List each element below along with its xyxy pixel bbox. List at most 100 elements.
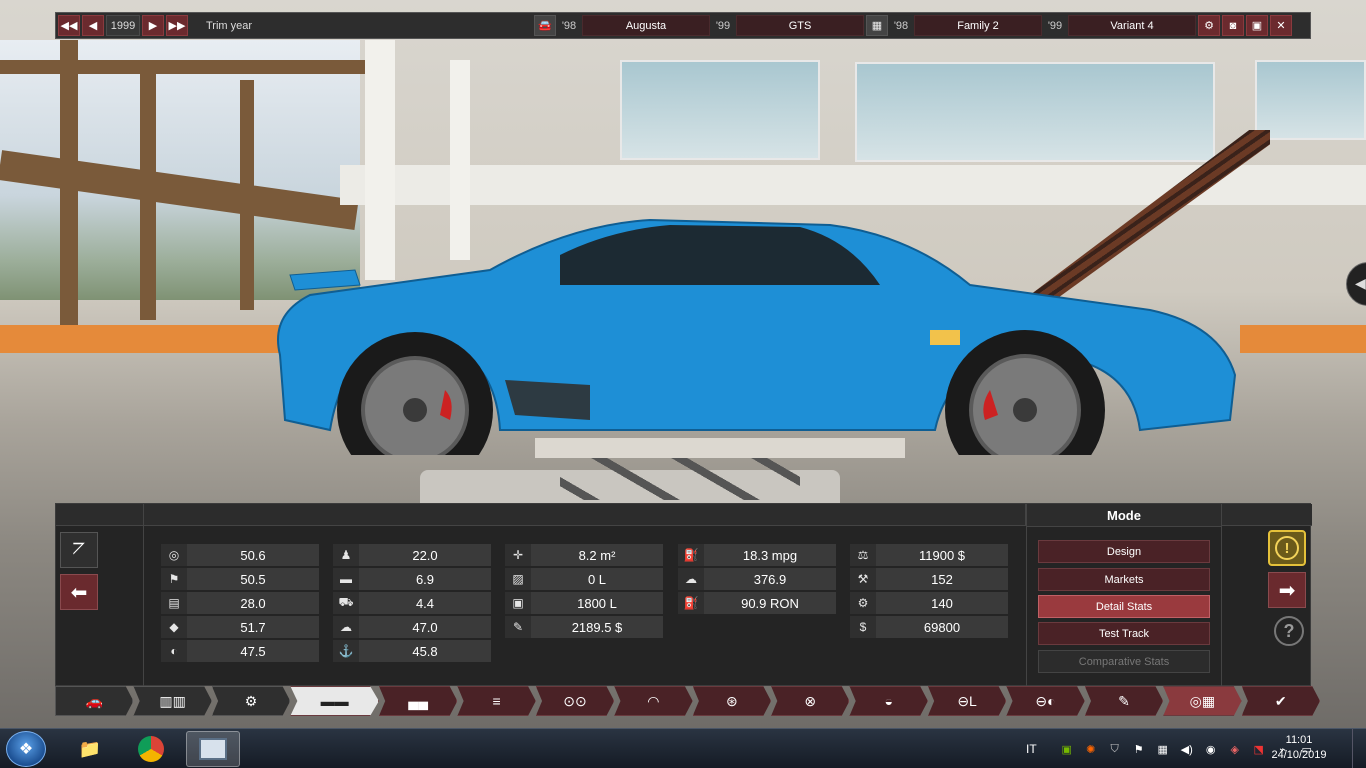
stat-row: ▨ 0 L <box>505 568 663 590</box>
acrobat-icon[interactable]: ⬔ <box>1250 741 1268 757</box>
environment-icon: ⚓ <box>333 640 359 662</box>
warning-button[interactable]: ! <box>1268 530 1306 566</box>
upper-window <box>855 62 1215 162</box>
year-next-button[interactable]: ▶ <box>142 15 164 36</box>
stat-row: ♟ 22.0 <box>333 544 491 566</box>
passenger-volume-icon: ▣ <box>505 592 531 614</box>
chrome-icon <box>138 736 164 762</box>
show-desktop-button[interactable] <box>1352 729 1366 768</box>
panel-left-column: ⦢ ⬅ <box>56 526 144 686</box>
seat-icon: ▤ <box>161 592 187 614</box>
stat-value: 6.9 <box>359 568 491 590</box>
help-button[interactable]: ? <box>1274 616 1304 646</box>
tab-fuel[interactable]: ✎ <box>1084 686 1164 716</box>
side-panel-toggle[interactable]: ◀ <box>1346 262 1366 306</box>
year-last-button[interactable]: ▶▶ <box>166 15 188 36</box>
mode-detail-stats-button[interactable]: Detail Stats <box>1038 595 1210 618</box>
fuel-icon: ✎ <box>1118 692 1130 709</box>
steam-icon[interactable]: ◉ <box>1202 741 1220 757</box>
offroad-icon: ⛟ <box>333 592 359 614</box>
tab-drivetrain[interactable]: ⊙⊙ <box>535 686 615 716</box>
next-button[interactable]: ➡ <box>1268 572 1306 608</box>
arrow-left-icon: ◀ <box>1355 275 1366 291</box>
orange-floor-strip <box>1240 325 1366 353</box>
engine-family-field[interactable]: Family 2 <box>914 15 1042 36</box>
brakes-icon: ◠ <box>647 692 660 709</box>
tab-engine[interactable]: ▥▥ <box>133 686 212 716</box>
arrow-right-icon: ➡ <box>1278 579 1296 602</box>
tab-chassis[interactable]: ▄▄ <box>378 686 458 716</box>
file-explorer-app[interactable]: 📁 <box>64 731 116 767</box>
wood-pillar <box>140 70 156 320</box>
engine-year: '98 <box>893 19 909 32</box>
year-prev-button[interactable]: ◀ <box>82 15 104 36</box>
tab-tuning[interactable]: ◎▦ <box>1163 686 1242 716</box>
language-indicator[interactable]: IT <box>1026 742 1037 756</box>
clock-date: 24/10/2019 <box>1271 749 1327 761</box>
tab-safety[interactable]: ⊖◐ <box>1006 686 1085 716</box>
car-model-icon[interactable]: 🚘 <box>534 15 556 36</box>
checkered-flag-icon: ⚑ <box>161 568 187 590</box>
stat-row: $69800 <box>850 616 1008 638</box>
forward-icon: ▶ <box>148 20 158 32</box>
chrome-app[interactable] <box>125 731 177 767</box>
man-hours-icon: ⚙ <box>850 592 876 614</box>
system-clock[interactable]: 11:01 24/10/2019 <box>1266 733 1332 763</box>
close-button[interactable]: ✕ <box>1270 15 1292 36</box>
drivetrain-icon: ⊙⊙ <box>563 692 587 709</box>
automation-app[interactable] <box>186 731 240 767</box>
tab-aero[interactable]: ◒ <box>849 686 928 716</box>
exclamation-icon: ! <box>1275 536 1299 560</box>
stat-value: 28.0 <box>187 592 319 614</box>
flag-icon[interactable]: ⚑ <box>1130 741 1148 757</box>
mode-test-track-button[interactable]: Test Track <box>1038 622 1210 645</box>
tyre-icon: ⊗ <box>804 692 817 709</box>
mode-design-button[interactable]: Design <box>1038 540 1210 563</box>
security-shield-icon[interactable]: ⛉ <box>1106 741 1124 757</box>
tab-tyres[interactable]: ⊗ <box>771 686 850 716</box>
start-button[interactable]: ❖ <box>6 731 46 767</box>
model-name-field[interactable]: Augusta <box>582 15 710 36</box>
reliability-icon: ☁ <box>333 616 359 638</box>
upper-window <box>1255 60 1366 140</box>
tuning-icon: ◎▦ <box>1189 692 1216 709</box>
tab-wheels[interactable]: ⊛ <box>692 686 772 716</box>
save-button[interactable]: ▣ <box>1246 15 1268 36</box>
steering-wheel-icon: ◎ <box>161 544 187 566</box>
network-icon[interactable]: ▦ <box>1154 741 1172 757</box>
engine-block-icon: ▥▥ <box>159 692 186 709</box>
tab-finish[interactable]: ✔ <box>1241 686 1320 716</box>
car-model <box>277 218 1237 455</box>
tab-engine-parts[interactable]: ⚙ <box>211 686 291 716</box>
avast-icon[interactable]: ✺ <box>1082 741 1100 757</box>
tab-interior[interactable]: ⊖L <box>927 686 1007 716</box>
passengers-icon: ♟ <box>333 544 359 566</box>
game-window-icon <box>199 738 227 760</box>
trim-name-field[interactable]: GTS <box>736 15 864 36</box>
graph-button[interactable]: ⦢ <box>60 532 98 568</box>
engine-variant-field[interactable]: Variant 4 <box>1068 15 1196 36</box>
tab-suspension[interactable]: ≡ <box>457 686 536 716</box>
tab-brakes[interactable]: ◠ <box>614 686 693 716</box>
panel-header-right <box>1222 504 1312 526</box>
question-icon: ? <box>1283 620 1295 641</box>
tab-model[interactable]: 🚗 <box>55 686 134 716</box>
car-lift-scissor <box>560 455 800 500</box>
stat-value: 376.9 <box>704 568 836 590</box>
engine-icon[interactable]: ▦ <box>866 15 888 36</box>
volume-icon[interactable]: ◀) <box>1178 741 1196 757</box>
mode-comparative-stats-button[interactable]: Comparative Stats <box>1038 650 1210 673</box>
year-field[interactable]: 1999 <box>106 15 140 36</box>
emissions-icon: ☁ <box>678 568 704 590</box>
nvidia-icon[interactable]: ▣ <box>1058 741 1076 757</box>
app-tray-icon[interactable]: ◈ <box>1226 741 1244 757</box>
mode-markets-button[interactable]: Markets <box>1038 568 1210 591</box>
suspension-icon: ≡ <box>492 693 501 709</box>
settings-button[interactable]: ⚙ <box>1198 15 1220 36</box>
fast-forward-icon: ▶▶ <box>168 20 186 32</box>
year-first-button[interactable]: ◀◀ <box>58 15 80 36</box>
car-lift-platform <box>535 438 905 458</box>
tab-body[interactable]: ▬▬ <box>290 686 379 716</box>
screenshot-button[interactable]: ◙ <box>1222 15 1244 36</box>
back-button[interactable]: ⬅ <box>60 574 98 610</box>
